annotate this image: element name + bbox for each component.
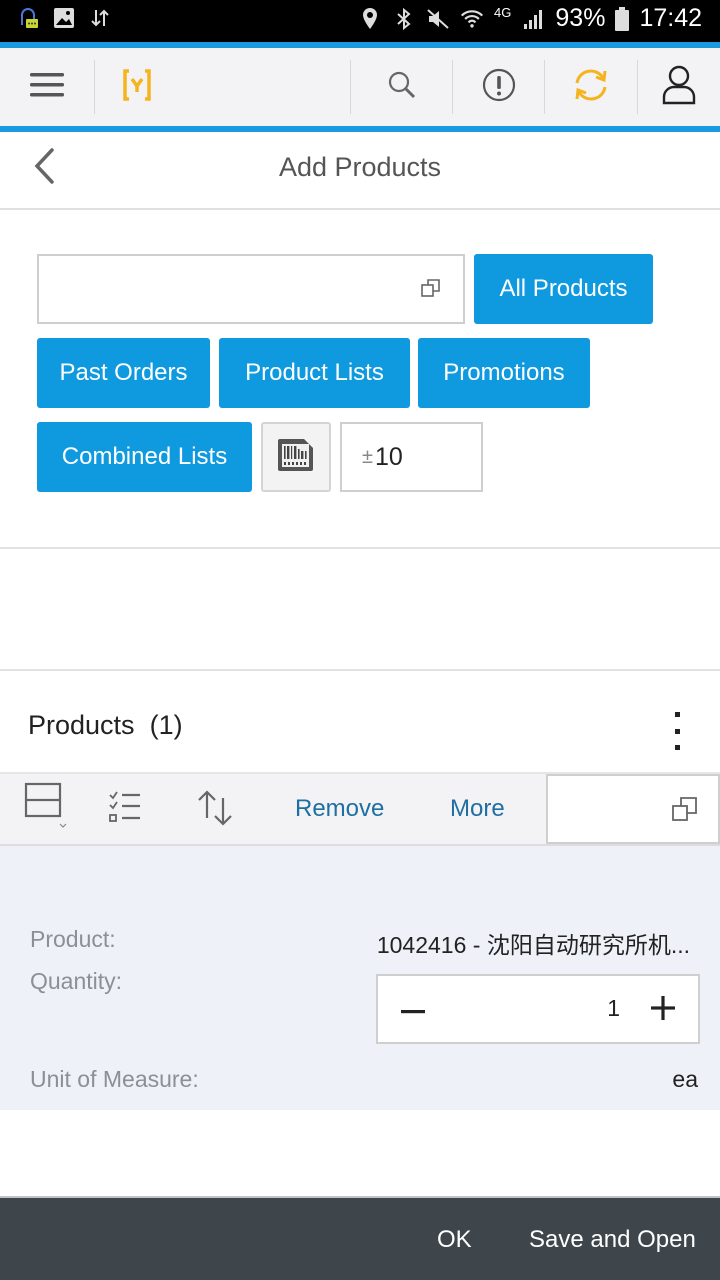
app-logo-icon (121, 68, 153, 106)
quantity-value[interactable]: 1 (607, 995, 620, 1022)
product-search-input[interactable] (37, 254, 465, 324)
signal-icon (521, 7, 545, 31)
page-title: Add Products (278, 152, 442, 182)
alert-icon (482, 68, 516, 107)
battery-percent: 93% (555, 4, 606, 32)
save-and-open-button[interactable]: Save and Open (529, 1226, 696, 1254)
app-logo[interactable] (110, 48, 164, 126)
menu-icon (30, 72, 64, 103)
data-transfer-icon (88, 6, 112, 30)
section-divider (0, 547, 720, 549)
plus-minus-icon: ± (362, 445, 373, 468)
product-value: 1042416 - 沈阳自动研究所机... (376, 932, 690, 958)
user-button[interactable] (638, 48, 720, 126)
expand-icon[interactable] (421, 278, 441, 303)
quantity-step-input[interactable]: ± 10 (340, 422, 483, 492)
remove-button[interactable]: Remove (295, 795, 384, 823)
uom-value: ea (672, 1066, 698, 1092)
app-header (0, 42, 720, 132)
bluetooth-icon (392, 7, 416, 31)
multi-select-button[interactable] (103, 788, 147, 832)
more-vertical-icon-dot (674, 728, 680, 734)
combined-lists-button[interactable]: Combined Lists (37, 422, 252, 492)
products-section-title: Products (1) (28, 710, 183, 741)
product-lists-button[interactable]: Product Lists (219, 338, 410, 408)
battery-icon (615, 6, 630, 31)
barcode-icon (276, 437, 316, 478)
more-vertical-icon-dot (674, 745, 680, 750)
image-icon (52, 6, 76, 30)
alerts-button[interactable] (453, 48, 544, 126)
uom-label: Unit of Measure: (30, 1066, 199, 1092)
footer-bar: OK Save and Open (0, 1196, 720, 1280)
products-title-label: Products (28, 710, 135, 740)
menu-button[interactable] (0, 48, 94, 126)
quantity-label: Quantity: (30, 968, 123, 994)
expand-icon[interactable] (672, 796, 698, 827)
search-button[interactable] (351, 48, 452, 126)
location-icon (358, 7, 382, 31)
products-more-menu-button[interactable] (668, 712, 686, 750)
layout-icon (20, 780, 68, 841)
promotions-button[interactable]: Promotions (418, 338, 590, 408)
header-separator (94, 60, 95, 114)
headset-notification-icon (16, 6, 40, 30)
sort-icon (195, 788, 235, 833)
section-divider (0, 669, 720, 671)
all-products-button[interactable]: All Products (474, 254, 653, 324)
sync-button[interactable] (545, 48, 637, 126)
more-button[interactable]: More (450, 795, 505, 823)
increment-button[interactable] (648, 993, 678, 1027)
more-vertical-icon (674, 712, 680, 717)
wifi-icon (460, 7, 484, 31)
ok-button[interactable]: OK (437, 1226, 472, 1254)
clock: 17:42 (639, 4, 702, 32)
plus-icon (651, 995, 675, 1025)
sort-button[interactable] (193, 788, 237, 832)
layout-toggle-button[interactable] (22, 782, 67, 832)
past-orders-button[interactable]: Past Orders (37, 338, 210, 408)
checklist-icon (107, 790, 143, 831)
user-icon (662, 65, 696, 110)
sync-icon (571, 65, 611, 110)
products-toolbar: Remove More (0, 772, 720, 846)
quantity-stepper[interactable]: 1 (376, 974, 700, 1044)
quantity-step-value: 10 (374, 442, 403, 471)
products-filter-input[interactable] (546, 774, 720, 844)
minus-icon (401, 1001, 425, 1019)
network-type-label: 4G (494, 5, 512, 20)
product-label: Product: (30, 926, 116, 952)
products-count: (1) (149, 710, 183, 740)
mute-icon (426, 7, 450, 31)
product-list-item[interactable]: Product: 1042416 - 沈阳自动研究所机... Quantity:… (0, 846, 720, 1110)
title-bar: Add Products (0, 132, 720, 210)
barcode-scan-button[interactable] (261, 422, 331, 492)
status-bar: 4G 93% 17:42 (0, 0, 720, 42)
decrement-button[interactable] (398, 993, 428, 1027)
search-icon (387, 70, 417, 105)
